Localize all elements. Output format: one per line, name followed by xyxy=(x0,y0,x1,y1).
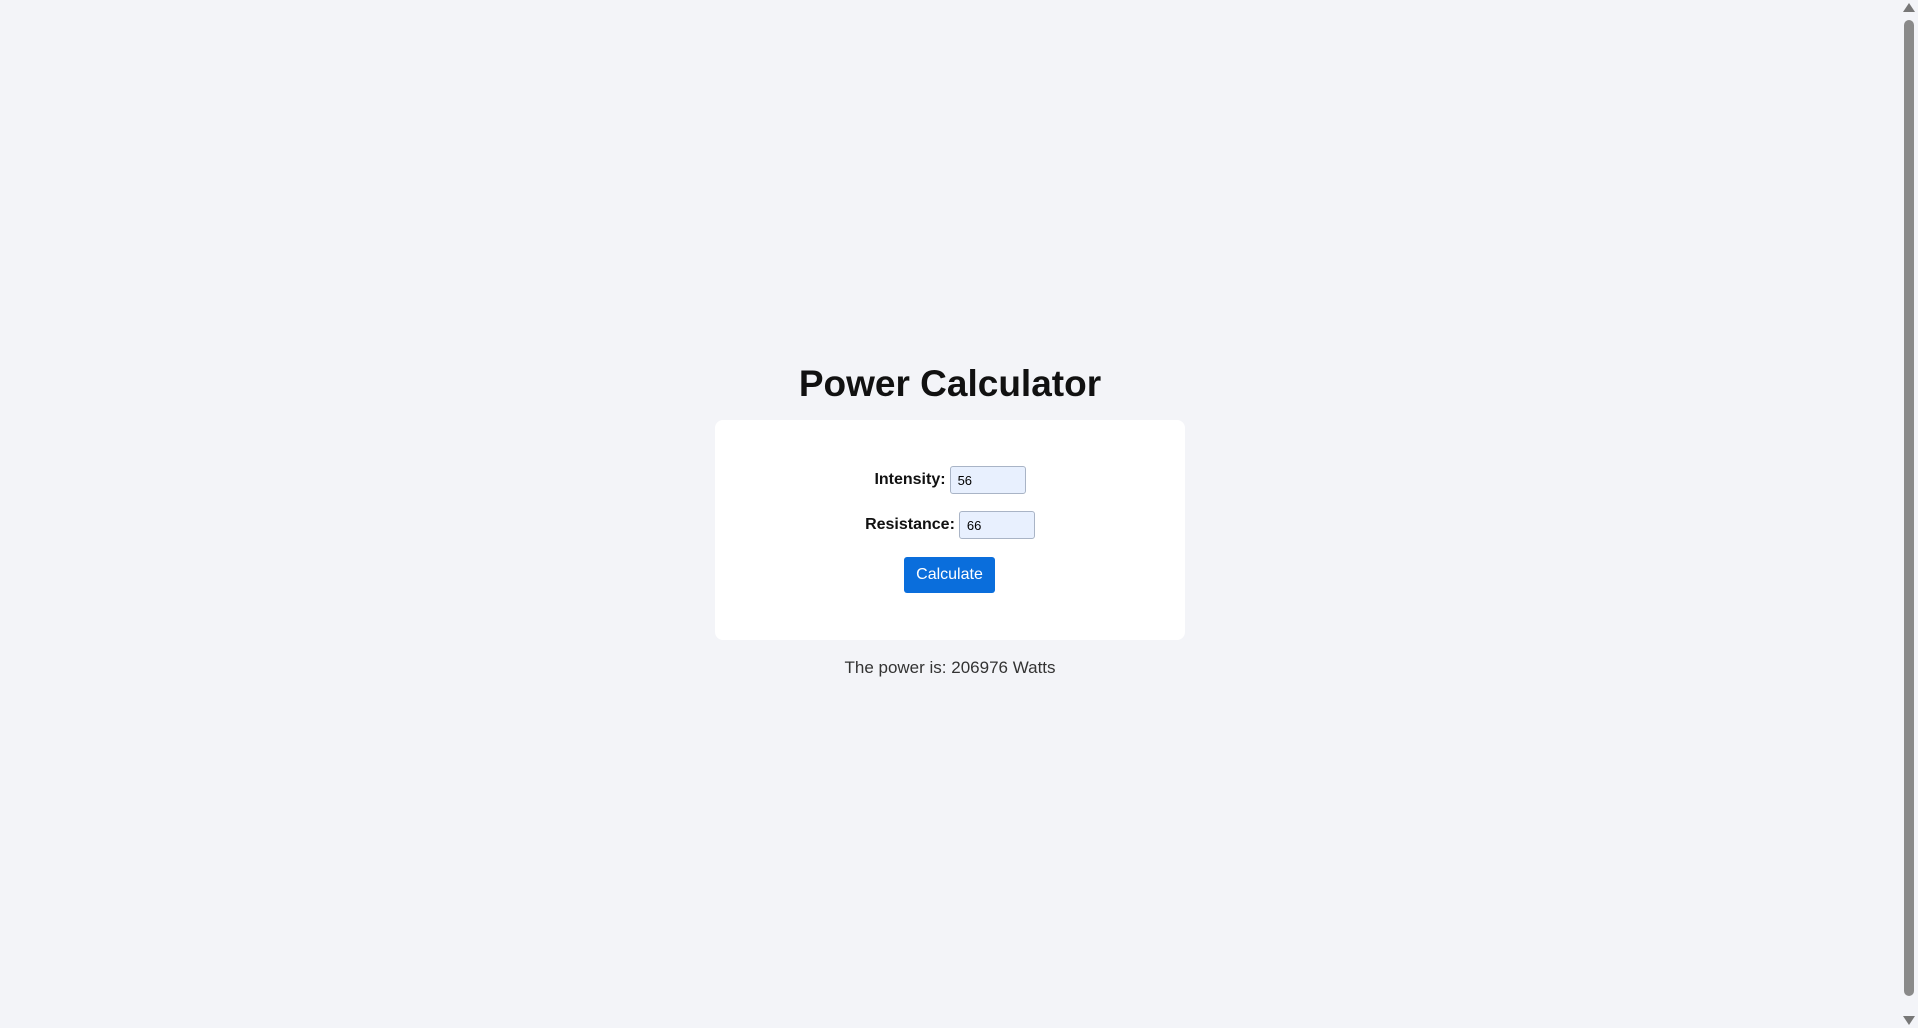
scroll-down-arrow-icon[interactable] xyxy=(1903,1016,1915,1025)
calculate-button[interactable]: Calculate xyxy=(904,557,995,593)
page-title: Power Calculator xyxy=(798,363,1102,404)
intensity-label: Intensity: xyxy=(874,471,946,488)
resistance-label: Resistance: xyxy=(865,516,955,533)
page: Power Calculator Intensity: Resistance: … xyxy=(0,0,1900,1028)
resistance-row: Resistance: xyxy=(715,511,1185,539)
result-text: The power is: 206976 Watts xyxy=(844,658,1056,677)
calculator-card: Intensity: Resistance: Calculate xyxy=(715,420,1185,640)
intensity-row: Intensity: xyxy=(715,466,1185,494)
intensity-input[interactable] xyxy=(949,466,1026,494)
vertical-scrollbar[interactable] xyxy=(1900,0,1918,1028)
resistance-input[interactable] xyxy=(958,511,1035,539)
scroll-up-arrow-icon[interactable] xyxy=(1903,3,1915,12)
scrollbar-thumb[interactable] xyxy=(1904,20,1914,996)
